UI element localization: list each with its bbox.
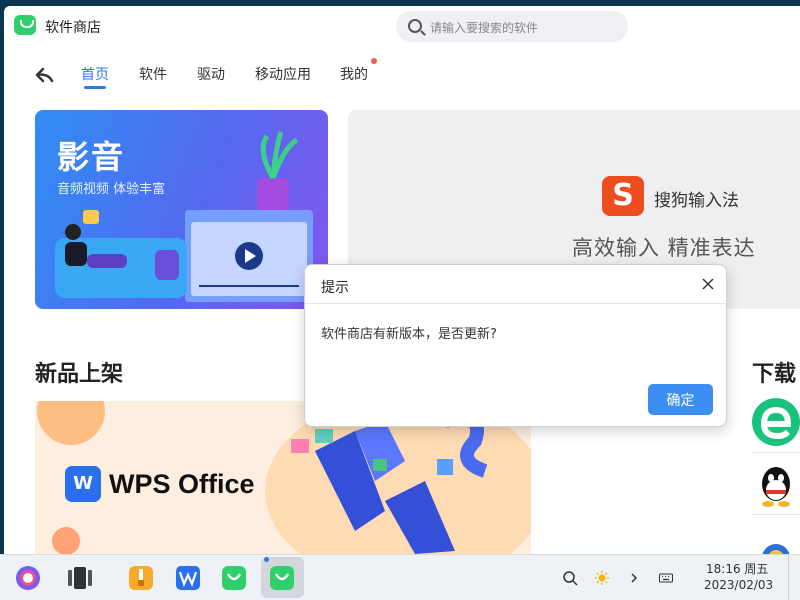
active-app-indicator <box>264 557 269 562</box>
software-store-active-icon[interactable] <box>268 564 296 592</box>
wps-logo-icon: W <box>65 466 101 502</box>
section-title-new: 新品上架 <box>35 362 124 387</box>
section-title-downloads: 下载 <box>752 362 797 387</box>
close-icon[interactable] <box>701 277 715 291</box>
taskbar: 18:16 周五 2023/02/03 <box>0 554 800 600</box>
clock-time[interactable]: 18:16 周五 <box>706 560 768 577</box>
list-divider <box>752 514 800 515</box>
list-divider <box>752 452 800 453</box>
software-store-taskbar-icon[interactable] <box>220 564 248 592</box>
search-input[interactable]: 请输入要搜索的软件 <box>396 11 628 42</box>
software-store-window: 软件商店 请输入要搜索的软件 首页 软件 驱动 移动应用 我的 影音 音频视频 … <box>4 6 800 554</box>
media-illustration <box>55 131 313 302</box>
tab-drivers[interactable]: 驱动 <box>197 64 225 84</box>
banner-media[interactable]: 影音 音频视频 体验丰富 <box>35 110 328 309</box>
title-bar: 软件商店 请输入要搜索的软件 <box>4 6 800 46</box>
confirm-button[interactable]: 确定 <box>648 384 713 415</box>
multitask-view-icon[interactable] <box>66 564 94 592</box>
show-desktop-button[interactable] <box>788 555 789 600</box>
chevron-right-icon[interactable] <box>626 570 642 586</box>
start-menu-icon[interactable] <box>14 564 42 592</box>
app-partial-icon[interactable] <box>752 534 800 554</box>
search-icon[interactable] <box>562 570 578 586</box>
search-placeholder: 请输入要搜索的软件 <box>430 21 539 35</box>
clock-date[interactable]: 2023/02/03 <box>704 578 773 592</box>
tab-home[interactable]: 首页 <box>81 64 109 84</box>
software-store-logo-icon <box>14 15 36 35</box>
app-title: 软件商店 <box>45 20 101 36</box>
dialog-divider <box>305 303 726 304</box>
tab-mine[interactable]: 我的 <box>340 64 368 84</box>
archive-manager-icon[interactable] <box>127 564 155 592</box>
search-icon <box>408 19 422 33</box>
tab-active-indicator <box>84 86 106 89</box>
edge-browser-icon[interactable] <box>752 398 800 446</box>
tab-software[interactable]: 软件 <box>139 64 167 84</box>
sogou-slogan: 高效输入 精准表达 <box>572 236 756 260</box>
notification-dot <box>371 58 377 64</box>
wps-name: WPS Office <box>109 469 255 499</box>
sogou-logo-icon: S <box>602 176 644 216</box>
tab-mobile-apps[interactable]: 移动应用 <box>255 64 311 84</box>
sogou-name: 搜狗输入法 <box>654 191 739 211</box>
brightness-icon[interactable] <box>594 570 610 586</box>
qq-icon[interactable] <box>752 462 800 510</box>
back-arrow-icon[interactable] <box>34 64 56 86</box>
dialog-title: 提示 <box>321 280 349 296</box>
keyboard-icon[interactable] <box>658 570 674 586</box>
update-dialog: 提示 软件商店有新版本，是否更新? 确定 <box>304 264 727 427</box>
wps-office-icon[interactable] <box>174 564 202 592</box>
dialog-message: 软件商店有新版本，是否更新? <box>321 327 497 342</box>
